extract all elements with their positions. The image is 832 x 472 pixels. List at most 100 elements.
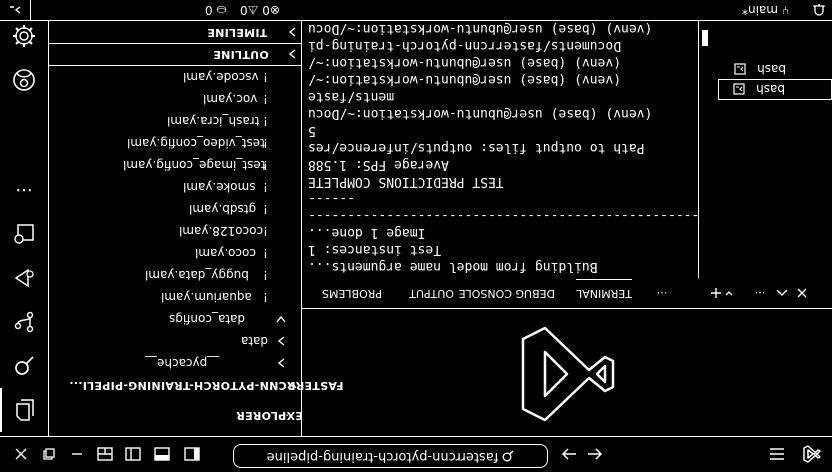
file-row[interactable]: ! smoke.yaml <box>49 176 301 198</box>
file-row[interactable]: ! test_image_config.yaml <box>49 154 301 176</box>
terminal[interactable]: bash bash Building from model name argum… <box>302 20 832 278</box>
ports-status[interactable]: ⛀ 0 <box>205 2 227 18</box>
error-icon: ⊗ <box>269 3 280 17</box>
file-label: test_video_config.yaml <box>127 136 265 150</box>
more-icon[interactable]: ··· <box>0 168 48 212</box>
maximize-panel-chevron-icon[interactable] <box>772 284 792 302</box>
folder-row-data[interactable]: data <box>49 330 301 352</box>
explorer-header: EXPLORER ··· <box>49 404 303 426</box>
terminal-line: Test instances: 1 <box>308 242 442 257</box>
terminal-line: (venv) (base) user@ubuntu-workstation:~/… <box>308 106 653 121</box>
back-arrow-icon[interactable] <box>584 444 606 464</box>
terminal-line: (venv) (base) user@ubuntu-workstation:~/ <box>308 55 622 70</box>
file-label: coco128.yaml <box>179 224 264 238</box>
project-folder-label: FASTERRCNN-PYTORCH-TRAINING-PIPELI... <box>69 379 344 392</box>
menu-icon[interactable] <box>766 444 788 464</box>
ports-icon: ⛀ <box>216 3 227 17</box>
terminal-instance[interactable]: bash <box>718 58 832 79</box>
panel-tabs-overflow-icon[interactable]: ··· <box>652 284 672 302</box>
terminal-scrollbar-thumb[interactable] <box>702 30 708 46</box>
file-row[interactable]: ! gtsdb.yaml <box>49 198 301 220</box>
toggle-primary-sidebar-icon[interactable] <box>181 444 203 464</box>
terminal-line: Average FPS: 1.588 <box>308 157 449 172</box>
close-panel-icon[interactable] <box>792 284 812 302</box>
branch-status[interactable]: ⑂ main* <box>742 2 789 18</box>
tab-debug-console-label: DEBUG CONSOLE <box>458 287 555 300</box>
editor-area[interactable] <box>302 309 832 436</box>
more-actions-icon[interactable]: ··· <box>750 284 770 302</box>
folder-label: __pycache__ <box>145 356 220 370</box>
panel-tab-bar: ··· ··· TERMINAL DEBUG CONSOLE OUTPUT PR… <box>302 278 832 308</box>
tab-problems[interactable]: PROBLEMS <box>322 285 382 301</box>
command-center-search[interactable]: fasterrcnn-pytorch-training-pipeline <box>233 444 548 468</box>
terminal-instance[interactable]: bash <box>718 79 832 100</box>
tab-problems-label: PROBLEMS <box>321 287 382 300</box>
terminal-line: (venv) (base) user@ubuntu-workstation:~/ <box>308 72 622 87</box>
status-bar: ⛀ 0 ⊗0 ⚠0 ⑂ main* <box>0 0 832 21</box>
terminal-icon <box>731 82 747 96</box>
toggle-secondary-sidebar-icon[interactable] <box>122 444 144 464</box>
title-bar: fasterrcnn-pytorch-training-pipeline <box>0 436 832 472</box>
chevron-right-icon <box>275 334 287 348</box>
forward-arrow-icon[interactable] <box>558 444 580 464</box>
chevron-right-icon <box>286 25 298 39</box>
close-window-icon[interactable] <box>10 444 32 464</box>
ports-count: 0 <box>205 3 213 17</box>
chevron-right-icon <box>275 356 287 370</box>
problems-status[interactable]: ⊗0 ⚠0 <box>240 2 280 18</box>
toggle-panel-icon[interactable] <box>151 444 173 464</box>
file-row[interactable]: ! vscode.yaml <box>49 66 301 88</box>
terminal-line: Image 1 done... <box>308 225 426 240</box>
remote-indicator-icon[interactable] <box>0 0 31 20</box>
search-icon <box>502 451 514 463</box>
tab-terminal[interactable]: TERMINAL <box>576 279 632 301</box>
explorer-more-actions[interactable]: ··· <box>278 404 289 426</box>
notifications-bell-icon[interactable] <box>810 2 828 18</box>
yaml-file-icon: ! <box>263 224 268 238</box>
terminal-line: ------ <box>308 191 355 206</box>
file-row[interactable]: ! trash_icra.yaml <box>49 110 301 132</box>
source-control-icon[interactable] <box>0 300 48 344</box>
terminal-instance-label: bash <box>756 82 785 96</box>
folder-row-data-configs[interactable]: data_configs <box>49 308 301 330</box>
vscode-window: fasterrcnn-pytorch-training-pipeline ···… <box>0 0 832 472</box>
branch-name: main* <box>742 3 778 17</box>
yaml-file-icon: ! <box>263 70 268 84</box>
minimize-icon[interactable] <box>66 444 88 464</box>
file-row[interactable]: ! voc.yaml <box>49 88 301 110</box>
remote-explorer-icon[interactable] <box>0 212 48 256</box>
restore-icon[interactable] <box>38 444 60 464</box>
search-icon[interactable] <box>0 344 48 388</box>
vscode-logo-icon <box>798 442 826 466</box>
yaml-file-icon: ! <box>263 290 268 304</box>
terminal-scrollbar[interactable] <box>698 20 712 278</box>
files-icon[interactable] <box>0 388 48 432</box>
file-row[interactable]: ! buggy_data.yaml <box>49 264 301 286</box>
run-debug-icon[interactable] <box>0 256 48 300</box>
project-folder-row[interactable]: FASTERRCNN-PYTORCH-TRAINING-PIPELI... <box>49 374 343 396</box>
yaml-file-icon: ! <box>263 114 268 128</box>
terminal-line: Path to output files: outputs/inference/… <box>308 140 645 155</box>
file-row[interactable]: ! coco128.yaml <box>49 220 301 242</box>
file-label: gtsdb.yaml <box>189 202 257 216</box>
terminal-dropdown-chevron-icon[interactable] <box>722 284 736 302</box>
outline-section-header[interactable]: OUTLINE <box>49 43 301 66</box>
chevron-right-icon <box>286 47 298 61</box>
new-terminal-plus-icon[interactable] <box>708 284 724 302</box>
file-row[interactable]: ! coco.yaml <box>49 242 301 264</box>
file-label: coco.yaml <box>195 246 256 260</box>
file-row[interactable]: ! aquarium.yaml <box>49 286 301 308</box>
tab-debug-console[interactable]: DEBUG CONSOLE <box>459 285 555 301</box>
outline-label: OUTLINE <box>213 48 269 61</box>
customize-layout-icon[interactable] <box>94 444 116 464</box>
file-row[interactable]: ! test_video_config.yaml <box>49 132 301 154</box>
tab-output[interactable]: OUTPUT <box>409 285 454 301</box>
account-icon[interactable] <box>0 58 48 102</box>
timeline-section-header[interactable]: TIMELINE <box>49 21 301 44</box>
terminal-line: Building from model name arguments... <box>308 259 598 274</box>
warning-count: 0 <box>240 3 248 17</box>
folder-row-pycache[interactable]: __pycache__ <box>49 352 301 374</box>
terminal-output: Building from model name arguments... Te… <box>302 20 698 278</box>
yaml-file-icon: ! <box>263 180 268 194</box>
command-center-text: fasterrcnn-pytorch-training-pipeline <box>266 449 499 464</box>
